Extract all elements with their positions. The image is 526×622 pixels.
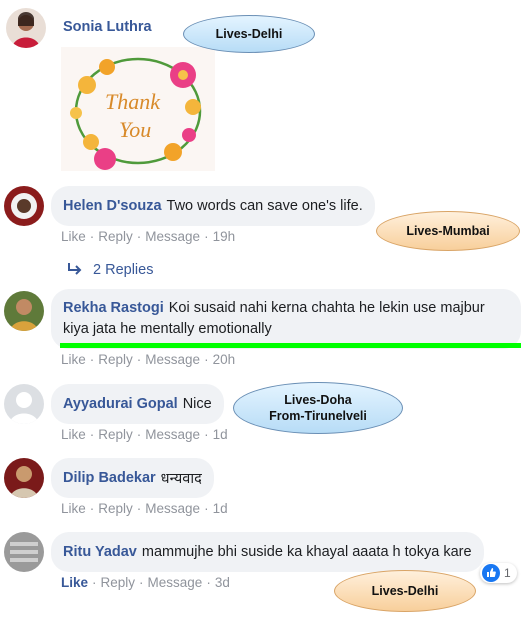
- reaction-badge[interactable]: 1: [480, 563, 517, 583]
- location-callout: Lives-Doha From-Tirunelveli: [233, 382, 403, 434]
- avatar[interactable]: [4, 291, 44, 331]
- separator: ·: [89, 229, 95, 244]
- avatar[interactable]: [6, 8, 46, 48]
- location-callout: Lives-Delhi: [334, 570, 476, 612]
- like-button[interactable]: Like: [61, 352, 86, 367]
- view-replies-link[interactable]: 2 Replies: [67, 262, 153, 278]
- separator: ·: [89, 352, 95, 367]
- callout-line: Lives-Doha: [284, 393, 352, 407]
- replies-count[interactable]: 2 Replies: [93, 262, 153, 278]
- separator: ·: [136, 501, 142, 516]
- location-callout: Lives-Delhi: [183, 15, 315, 53]
- reply-button[interactable]: Reply: [98, 352, 133, 367]
- like-button[interactable]: Like: [61, 229, 86, 244]
- comment-bubble: Ritu Yadav mammujhe bhi suside ka khayal…: [51, 532, 484, 572]
- comment-author[interactable]: Sonia Luthra: [63, 19, 152, 35]
- comment-author[interactable]: Dilip Badekar: [63, 470, 156, 486]
- separator: ·: [204, 229, 209, 244]
- comment-bubble: Ayyadurai Gopal Nice: [51, 384, 224, 424]
- separator: ·: [204, 352, 209, 367]
- separator: ·: [136, 352, 142, 367]
- comment-actions: Like · Reply · Message · 20h: [61, 352, 235, 367]
- message-button[interactable]: Message: [145, 229, 200, 244]
- comment-image[interactable]: Thank You: [61, 47, 215, 171]
- comment-actions: Like · Reply · Message · 3d: [61, 575, 230, 590]
- message-button[interactable]: Message: [145, 501, 200, 516]
- separator: ·: [204, 501, 209, 516]
- reaction-count: 1: [504, 566, 511, 580]
- separator: ·: [92, 575, 97, 590]
- comment-actions: Like · Reply · Message · 1d: [61, 501, 228, 516]
- avatar[interactable]: [4, 186, 44, 226]
- reply-arrow-icon: [68, 263, 82, 275]
- callout-line: From-Tirunelveli: [269, 409, 367, 423]
- timestamp[interactable]: 3d: [215, 575, 230, 590]
- comment-text: धन्यवाद: [160, 471, 202, 487]
- like-button[interactable]: Like: [61, 501, 86, 516]
- reply-button[interactable]: Reply: [98, 229, 133, 244]
- avatar[interactable]: [4, 532, 44, 572]
- timestamp[interactable]: 19h: [213, 229, 236, 244]
- separator: ·: [139, 575, 144, 590]
- comment-bubble: Helen D'souza Two words can save one's l…: [51, 186, 375, 226]
- timestamp[interactable]: 1d: [213, 501, 228, 516]
- comment-author[interactable]: Rekha Rastogi: [63, 300, 164, 316]
- highlight-underline: [60, 343, 521, 348]
- message-button[interactable]: Message: [148, 575, 203, 590]
- reply-button[interactable]: Reply: [98, 427, 133, 442]
- location-callout: Lives-Mumbai: [376, 211, 520, 251]
- timestamp[interactable]: 20h: [213, 352, 236, 367]
- like-reaction-icon: [482, 564, 500, 582]
- separator: ·: [136, 427, 142, 442]
- comment-text: Two words can save one's life.: [166, 198, 363, 214]
- separator: ·: [89, 427, 95, 442]
- separator: ·: [136, 229, 142, 244]
- image-text-you: You: [119, 117, 152, 142]
- avatar[interactable]: [4, 458, 44, 498]
- message-button[interactable]: Message: [145, 427, 200, 442]
- comment-text: mammujhe bhi suside ka khayal aaata h to…: [141, 544, 472, 560]
- timestamp[interactable]: 1d: [213, 427, 228, 442]
- comment-text: Nice: [182, 396, 212, 412]
- separator: ·: [204, 427, 209, 442]
- image-text-thank: Thank: [105, 89, 160, 114]
- reply-button[interactable]: Reply: [98, 501, 133, 516]
- separator: ·: [89, 501, 95, 516]
- comment-actions: Like · Reply · Message · 19h: [61, 229, 235, 244]
- comment-bubble: Dilip Badekar धन्यवाद: [51, 458, 214, 498]
- comment-author[interactable]: Helen D'souza: [63, 198, 162, 214]
- comment-author[interactable]: Ritu Yadav: [63, 544, 137, 560]
- separator: ·: [206, 575, 211, 590]
- like-button[interactable]: Like: [61, 575, 88, 590]
- reply-button[interactable]: Reply: [101, 575, 136, 590]
- like-button[interactable]: Like: [61, 427, 86, 442]
- message-button[interactable]: Message: [145, 352, 200, 367]
- comment-actions: Like · Reply · Message · 1d: [61, 427, 228, 442]
- comment-bubble: Rekha Rastogi Koi susaid nahi kerna chaht…: [51, 289, 521, 349]
- comment-author[interactable]: Ayyadurai Gopal: [63, 396, 178, 412]
- avatar[interactable]: [4, 384, 44, 424]
